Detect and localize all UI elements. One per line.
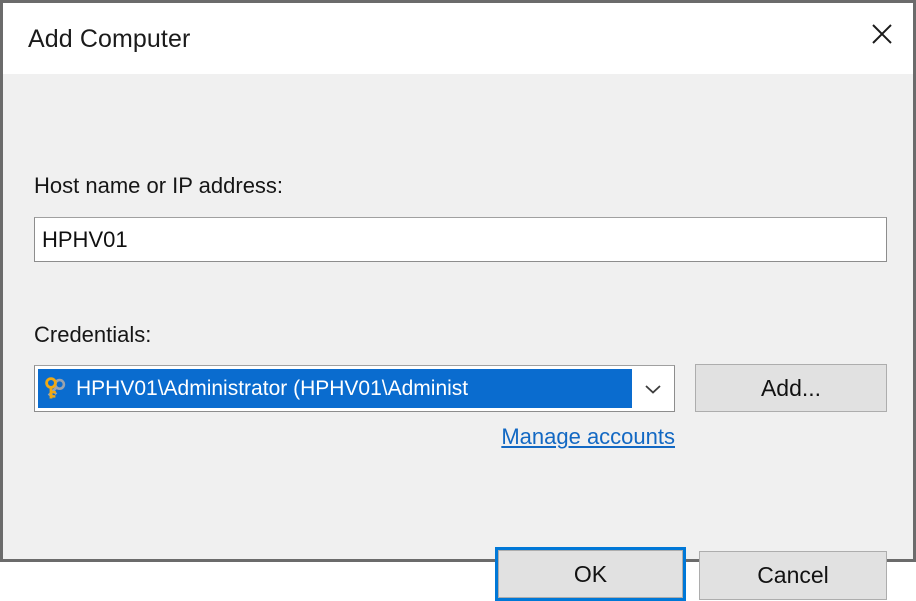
window-title: Add Computer <box>28 25 191 53</box>
add-credential-button[interactable]: Add... <box>695 364 887 412</box>
ok-button[interactable]: OK <box>495 547 686 601</box>
ok-button-inner: OK <box>498 550 683 598</box>
host-name-value: HPHV01 <box>42 226 128 252</box>
ok-button-label: OK <box>573 560 608 587</box>
credentials-combobox[interactable]: HPHV01\Administrator (HPHV01\Administ <box>34 365 675 412</box>
host-name-input[interactable]: HPHV01 <box>34 217 887 262</box>
credentials-dropdown-button[interactable] <box>632 366 674 411</box>
dialog-body: Host name or IP address: HPHV01 Credenti… <box>3 74 913 601</box>
cancel-button-label: Cancel <box>757 562 829 588</box>
host-name-label: Host name or IP address: <box>34 173 284 198</box>
chevron-down-icon <box>643 382 663 396</box>
close-icon <box>869 21 895 47</box>
manage-accounts-link[interactable]: Manage accounts <box>454 424 675 450</box>
title-bar: Add Computer <box>3 3 913 74</box>
cancel-button[interactable]: Cancel <box>699 551 887 600</box>
add-credential-label: Add... <box>760 374 822 401</box>
close-button[interactable] <box>851 3 913 65</box>
add-computer-dialog: Add Computer Host name or IP address: HP… <box>0 0 916 601</box>
credentials-label: Credentials: <box>34 322 152 347</box>
credentials-selected-item[interactable]: HPHV01\Administrator (HPHV01\Administ <box>38 369 632 408</box>
credentials-selected-text: HPHV01\Administrator (HPHV01\Administ <box>76 376 469 400</box>
key-icon <box>42 376 68 402</box>
